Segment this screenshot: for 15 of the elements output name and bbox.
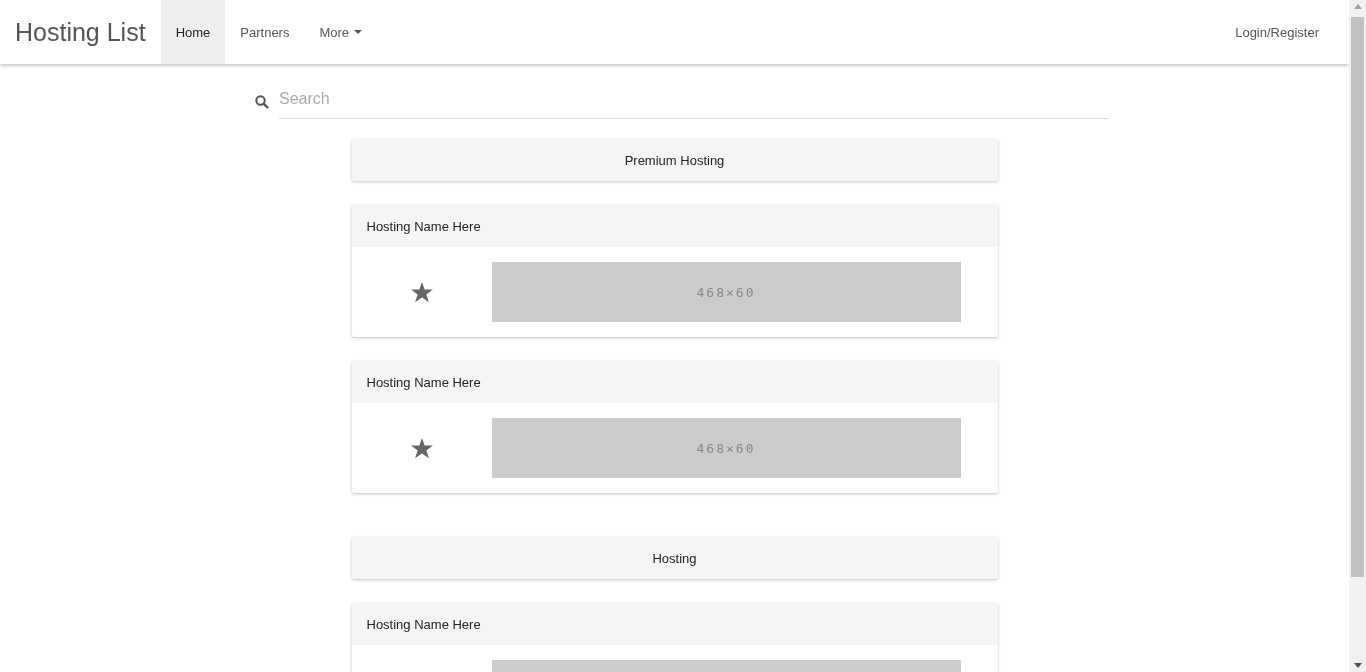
scroll-down-icon[interactable] bbox=[1353, 663, 1362, 668]
brand-title[interactable]: Hosting List bbox=[0, 0, 161, 64]
listing-name[interactable]: Hosting Name Here bbox=[351, 205, 998, 247]
nav-tab[interactable]: Home bbox=[160, 0, 226, 64]
search-icon bbox=[255, 94, 269, 109]
banner-size-label: 468×60 bbox=[696, 440, 756, 456]
listing-name[interactable]: Hosting Name Here bbox=[351, 361, 998, 403]
section-header: Hosting bbox=[351, 537, 998, 579]
section-header: Premium Hosting bbox=[351, 139, 998, 181]
listing-name[interactable]: Hosting Name Here bbox=[351, 603, 998, 645]
scroll-up-icon[interactable] bbox=[1353, 4, 1362, 9]
banner-size-label: 468×60 bbox=[696, 284, 756, 300]
nav-tab[interactable]: More bbox=[304, 0, 378, 64]
nav-tab[interactable]: Partners bbox=[225, 0, 305, 64]
login-link[interactable]: Login/Register bbox=[1220, 0, 1349, 64]
